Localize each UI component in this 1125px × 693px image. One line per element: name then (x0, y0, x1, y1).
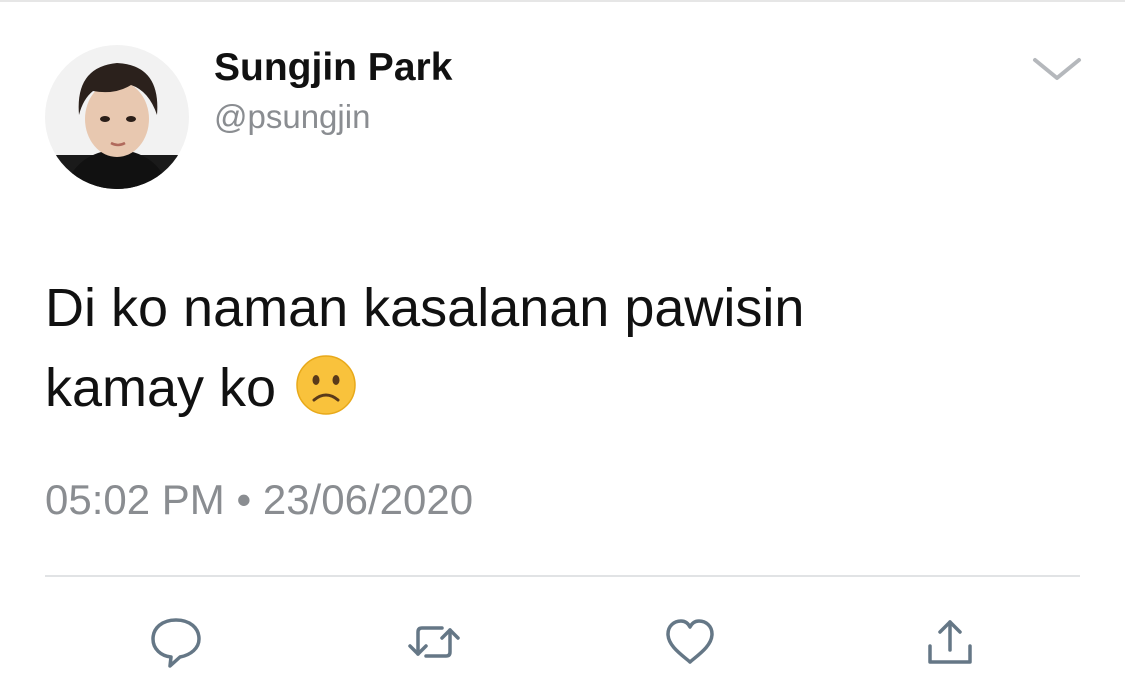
retweet-icon (408, 626, 460, 658)
share-button[interactable] (922, 614, 978, 670)
retweet-button[interactable] (406, 614, 462, 670)
frowning-face-emoji (295, 354, 357, 416)
like-button[interactable] (662, 614, 718, 670)
actions-divider (45, 575, 1080, 577)
share-upload-icon (928, 620, 972, 664)
top-divider (0, 0, 1125, 2)
display-name[interactable]: Sungjin Park (214, 43, 452, 93)
tweet-text: Di ko naman kasalanan pawisin kamay ko (45, 268, 1085, 428)
chevron-down-icon[interactable] (1030, 54, 1084, 84)
tweet-date: 23/06/2020 (262, 476, 474, 523)
tweet-timestamp[interactable]: 05:02 PM • 23/06/2020 (45, 475, 473, 525)
tweet-time: 05:02 PM (45, 476, 225, 523)
tweet-detail-view: Sungjin Park @psungjin Di ko naman kasal… (0, 0, 1125, 693)
timestamp-separator: • (236, 476, 252, 523)
user-handle[interactable]: @psungjin (214, 97, 370, 137)
tweet-body: Di ko naman kasalanan pawisin kamay ko (45, 278, 805, 418)
profile-photo (45, 45, 189, 189)
reply-bubble-icon (151, 618, 201, 668)
heart-icon (666, 619, 714, 664)
avatar[interactable] (45, 45, 189, 189)
reply-button[interactable] (148, 614, 204, 670)
